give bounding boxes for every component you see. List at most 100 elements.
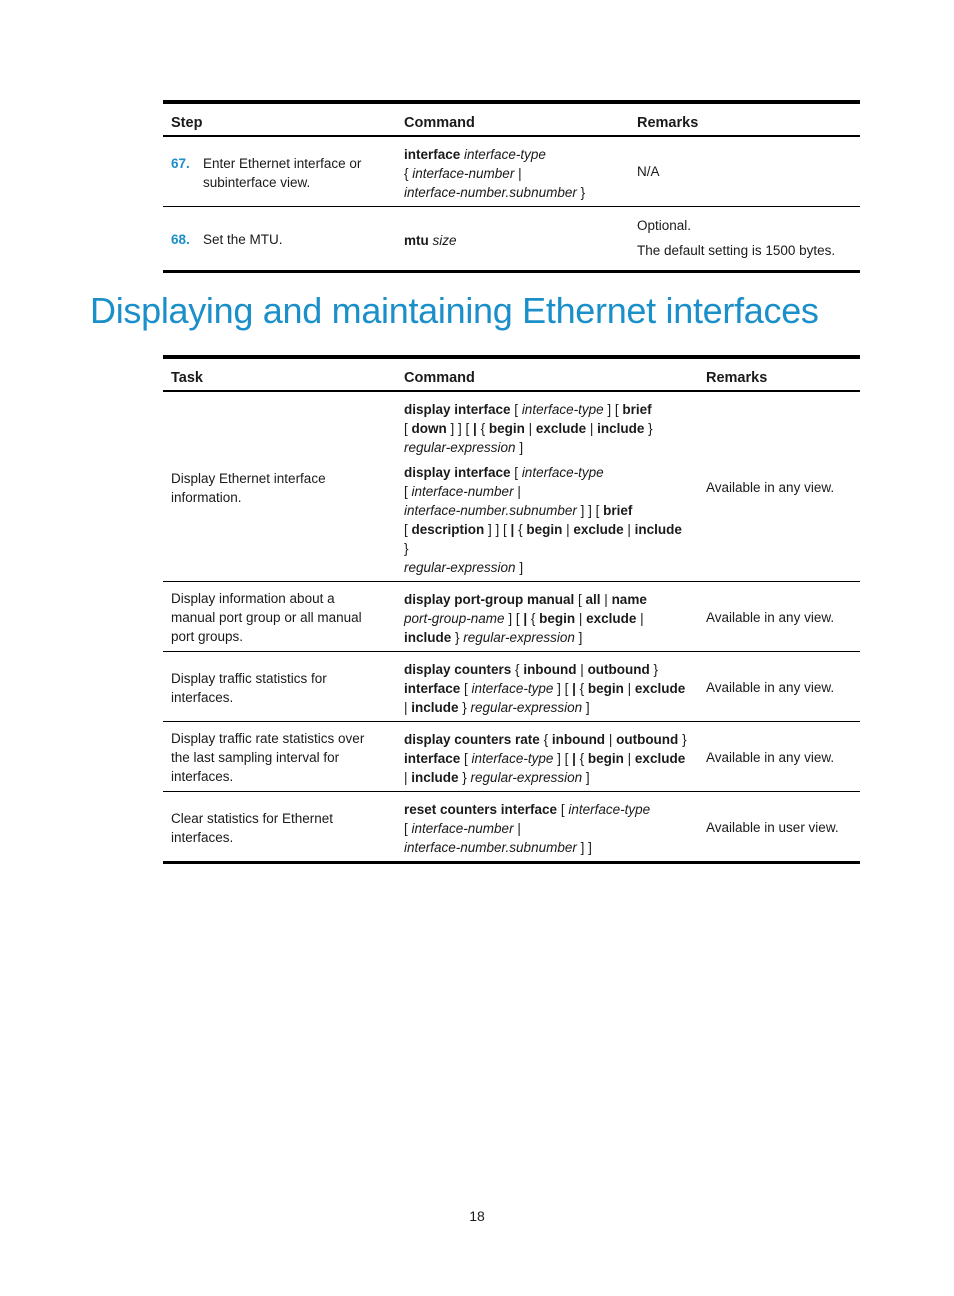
command-variant: reset counters interface [ interface-typ… — [404, 800, 690, 857]
command-punctuation: ] ] [ — [446, 421, 474, 436]
text-line: Display information about a — [171, 591, 335, 606]
remark-text: N/A — [637, 163, 660, 179]
command-punctuation: ] [ — [603, 402, 623, 417]
command-punctuation: ] — [515, 560, 524, 575]
text-line: Set the MTU. — [203, 232, 283, 247]
task-cell: Clear statistics for Ethernet interfaces. — [163, 791, 396, 864]
command-argument: interface-type — [471, 681, 554, 696]
text-line: port groups. — [171, 629, 244, 644]
text-line: Display traffic statistics for — [171, 670, 327, 686]
text-line: interfaces. — [171, 689, 234, 705]
command-syntax: mtu size — [404, 231, 621, 250]
command-cell: display counters rate { inbound | outbou… — [396, 721, 698, 792]
command-argument: port-group-name — [404, 611, 505, 626]
table-row: 67. Enter Ethernet interface or subinterfa… — [163, 136, 860, 207]
command-punctuation: [ — [510, 402, 522, 417]
text-line: the last sampling interval for — [171, 750, 340, 765]
remarks-cell: Available in any view. — [698, 581, 860, 652]
step: 68. Set the MTU. — [171, 230, 388, 249]
text-line: interfaces. — [171, 829, 234, 845]
table-row: Display traffic statistics for interfaces… — [163, 651, 860, 722]
command-punctuation: ] — [582, 770, 590, 785]
command-punctuation: ] ] [ — [576, 503, 604, 518]
command-cell: mtu size — [396, 206, 629, 273]
text-line: Enter Ethernet interface or — [203, 155, 362, 171]
command-keyword: begin — [526, 522, 563, 537]
task-text: Display information about a manual port g… — [171, 589, 388, 646]
command-cell: interface interface-type{ interface-numb… — [396, 136, 629, 207]
command-line: regular-expression ] — [404, 558, 690, 577]
command-line: port-group-name ] [ | { begin | exclude … — [404, 609, 690, 628]
text-line: Display Ethernet interface — [171, 470, 326, 486]
command-line: display port-group manual [ all | name — [404, 590, 690, 609]
command-punctuation: ] — [582, 700, 590, 715]
command-cell: display counters { inbound | outbound } i… — [396, 651, 698, 722]
command-keyword: display interface — [404, 465, 511, 480]
command-punctuation: } — [678, 732, 687, 747]
command-keyword: display counters rate — [404, 732, 540, 747]
command-keyword: include — [411, 700, 459, 715]
text-line: Clear statistics for Ethernet — [171, 810, 334, 826]
command-argument: interface-type — [471, 751, 554, 766]
table-row: Display information about a manual port g… — [163, 581, 860, 652]
task-cell: Display traffic statistics for interfaces… — [163, 651, 396, 722]
remarks-cell: Available in user view. — [698, 791, 860, 864]
command-argument: interface-number.subnumber — [404, 840, 577, 855]
command-variant: display interface [ interface-type[ inte… — [404, 463, 690, 577]
step-text: Set the MTU. — [203, 230, 283, 249]
command-variant: display counters rate { inbound | outbou… — [404, 730, 690, 787]
remarks-cell: N/A — [629, 136, 860, 207]
command-punctuation: [ — [574, 592, 586, 607]
task-text: Display traffic rate statistics over the … — [171, 729, 388, 786]
command-punctuation: [ — [404, 421, 412, 436]
command-line: { interface-number | — [404, 164, 621, 183]
header-remarks: Remarks — [698, 355, 860, 392]
command-punctuation: ] [ — [553, 751, 573, 766]
step-text: Enter Ethernet interface or subinterface … — [203, 154, 361, 192]
header-remarks: Remarks — [629, 100, 860, 137]
command-punctuation: | — [636, 611, 644, 626]
command-punctuation: } — [644, 421, 653, 436]
command-punctuation: ] ] [ — [484, 522, 511, 537]
command-keyword: include — [597, 421, 645, 436]
command-line: regular-expression ] — [404, 438, 690, 457]
command-keyword: interface — [404, 147, 461, 162]
table-row: 68. Set the MTU. mtu size Optional. The defa… — [163, 206, 860, 273]
command-argument: interface-number — [412, 166, 515, 181]
command-keyword: brief — [603, 503, 633, 518]
header-task: Task — [163, 355, 396, 392]
command-keyword: down — [411, 421, 447, 436]
command-argument: interface-type — [521, 465, 604, 480]
command-argument: interface-type — [521, 402, 604, 417]
task-text: Clear statistics for Ethernet interfaces. — [171, 809, 388, 847]
command-syntax: interface interface-type{ interface-numb… — [404, 145, 621, 202]
command-argument: regular-expression — [470, 770, 583, 785]
command-line: display counters rate { inbound | outbou… — [404, 730, 690, 749]
page-number: 18 — [469, 1208, 485, 1224]
command-keyword: interface — [404, 681, 461, 696]
command-punctuation: | — [514, 166, 522, 181]
remarks-cell: Available in any view. — [698, 651, 860, 722]
command-punctuation: { — [575, 751, 588, 766]
command-punctuation: { — [527, 611, 540, 626]
command-line: interface [ interface-type ] [ | { begin… — [404, 679, 690, 698]
command-argument: regular-expression — [404, 440, 516, 455]
command-punctuation: } — [451, 630, 464, 645]
command-line: include } regular-expression ] — [404, 628, 690, 647]
command-punctuation: | — [600, 592, 612, 607]
command-punctuation: } — [576, 185, 586, 200]
command-punctuation: [ — [510, 465, 522, 480]
command-syntax: reset counters interface [ interface-typ… — [404, 800, 690, 857]
command-line: [ description ] ] [ | { begin | exclude … — [404, 520, 690, 558]
command-punctuation: { — [511, 662, 524, 677]
command-argument: interface-number — [411, 821, 514, 836]
command-punctuation: { — [575, 681, 588, 696]
command-punctuation: | — [605, 732, 617, 747]
table-header-row: Task Command Remarks — [163, 355, 860, 392]
table-row: Clear statistics for Ethernet interfaces.… — [163, 791, 860, 864]
config-steps-table: Step Command Remarks 67. Enter Ethernet i… — [163, 100, 860, 273]
command-syntax: display interface [ interface-type ] [ b… — [404, 400, 690, 577]
command-argument: interface-number.subnumber — [404, 185, 577, 200]
command-keyword: exclude — [586, 611, 637, 626]
command-keyword: exclude — [573, 522, 624, 537]
